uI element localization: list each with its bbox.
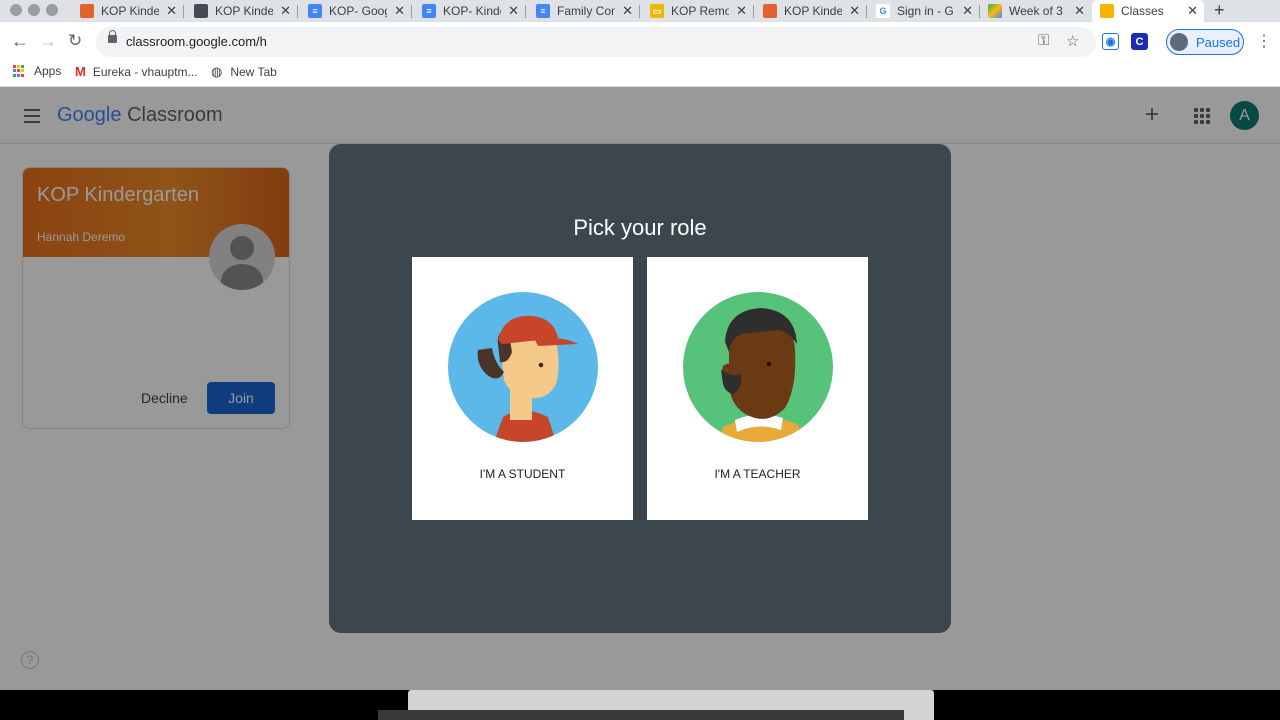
- dock-icons-strip: [378, 710, 904, 720]
- url-text[interactable]: classroom.google.com/h: [126, 34, 267, 49]
- bookmark-label: Eureka - vhauptm...: [92, 64, 198, 79]
- close-icon[interactable]: ✕: [962, 3, 973, 19]
- browser-tab[interactable]: ≡ KOP- Kinde ✕: [422, 0, 526, 22]
- browser-tab-strip: KOP Kinder ✕ KOP Kinder ✕ ≡ KOP- Goog ✕ …: [0, 0, 1280, 22]
- forward-icon[interactable]: →: [39, 31, 57, 52]
- browser-tab[interactable]: KOP Kinder ✕: [194, 0, 298, 22]
- star-icon[interactable]: ☆: [1066, 32, 1079, 50]
- close-icon[interactable]: ✕: [736, 3, 747, 19]
- reload-icon[interactable]: ↻: [68, 31, 82, 51]
- orange-person-icon: [80, 4, 94, 18]
- browser-tab[interactable]: KOP Kinder ✕: [80, 0, 184, 22]
- docs-icon: ≡: [422, 4, 436, 18]
- tab-title: KOP- Goog: [329, 4, 387, 18]
- teacher-role-card[interactable]: I'M A TEACHER: [647, 257, 868, 520]
- bookmark-label: New Tab: [230, 65, 277, 79]
- address-bar[interactable]: classroom.google.com/h ⚿ ☆: [96, 27, 1096, 57]
- globe-icon: ◍: [211, 64, 223, 79]
- student-role-label: I'M A STUDENT: [479, 467, 566, 481]
- classroom-icon: [1100, 4, 1114, 18]
- tab-title: KOP Kinder: [784, 4, 842, 18]
- tab-title: Week of 3: [1009, 4, 1063, 18]
- bookmark-apps[interactable]: Apps: [13, 64, 61, 78]
- more-menu-icon[interactable]: ⋮: [1256, 31, 1272, 51]
- pick-role-dialog: Pick your role I'M A STUDENT I'M A TEACH…: [329, 144, 951, 633]
- close-icon[interactable]: ✕: [166, 3, 177, 19]
- window-minimize-dot[interactable]: [28, 4, 40, 16]
- close-icon[interactable]: ✕: [1074, 3, 1085, 19]
- new-tab-icon[interactable]: +: [1214, 0, 1225, 21]
- tab-title: KOP Remo: [671, 4, 729, 18]
- browser-tab[interactable]: ≡ Family Con ✕: [536, 0, 640, 22]
- profile-status-label: Paused: [1196, 34, 1241, 50]
- lock-icon: [108, 30, 117, 43]
- docs-icon: ≡: [308, 4, 322, 18]
- student-illustration: [448, 292, 598, 442]
- window-close-dot[interactable]: [10, 4, 22, 16]
- bookmark-eureka[interactable]: M Eureka - vhauptm...: [75, 64, 198, 79]
- gmail-icon: M: [75, 64, 86, 79]
- close-icon[interactable]: ✕: [622, 3, 633, 19]
- slides-icon: ▭: [650, 4, 664, 18]
- teacher-illustration: [683, 292, 833, 442]
- back-icon[interactable]: ←: [11, 31, 29, 52]
- browser-toolbar: ← → ↻ classroom.google.com/h ⚿ ☆ ◉ C Pau…: [0, 22, 1280, 62]
- apps-grid-icon: [13, 65, 25, 77]
- orange-person-icon: [763, 4, 777, 18]
- profile-paused-button[interactable]: Paused: [1166, 29, 1244, 55]
- drive-icon: [988, 4, 1002, 18]
- close-icon[interactable]: ✕: [394, 3, 405, 19]
- close-icon[interactable]: ✕: [1187, 3, 1198, 19]
- tab-title: KOP Kinder: [101, 4, 159, 18]
- dialog-title: Pick your role: [573, 215, 707, 240]
- tab-title: Family Con: [557, 4, 615, 18]
- close-icon[interactable]: ✕: [849, 3, 860, 19]
- dark-person-icon: [194, 4, 208, 18]
- screen: KOP Kinder ✕ KOP Kinder ✕ ≡ KOP- Goog ✕ …: [0, 0, 1280, 720]
- bookmark-new-tab[interactable]: ◍ New Tab: [211, 64, 277, 80]
- key-icon[interactable]: ⚿: [1038, 32, 1049, 49]
- browser-tab[interactable]: KOP Kinder ✕: [763, 0, 867, 22]
- tab-title: Sign in - G: [897, 4, 954, 18]
- tab-title: KOP- Kinde: [443, 4, 501, 18]
- window-zoom-dot[interactable]: [46, 4, 58, 16]
- close-icon[interactable]: ✕: [280, 3, 291, 19]
- tab-title: KOP Kinder: [215, 4, 273, 18]
- bookmark-label: Apps: [34, 64, 62, 78]
- bookmarks-bar: Apps M Eureka - vhauptm... ◍ New Tab: [0, 62, 1280, 87]
- extension-globe-icon[interactable]: ◉: [1102, 33, 1119, 50]
- extension-c-icon[interactable]: C: [1131, 33, 1148, 50]
- tab-title: Classes: [1121, 4, 1164, 18]
- google-icon: G: [876, 4, 890, 18]
- browser-tab[interactable]: ▭ KOP Remo ✕: [650, 0, 754, 22]
- docs-icon: ≡: [536, 4, 550, 18]
- browser-tab[interactable]: Week of 3 ✕: [988, 0, 1091, 22]
- profile-avatar: [1170, 33, 1188, 51]
- browser-tab-active[interactable]: Classes ✕: [1092, 0, 1204, 22]
- teacher-role-label: I'M A TEACHER: [714, 467, 801, 481]
- browser-tab[interactable]: G Sign in - G ✕: [876, 0, 980, 22]
- close-icon[interactable]: ✕: [508, 3, 519, 19]
- student-role-card[interactable]: I'M A STUDENT: [412, 257, 633, 520]
- browser-tab[interactable]: ≡ KOP- Goog ✕: [308, 0, 412, 22]
